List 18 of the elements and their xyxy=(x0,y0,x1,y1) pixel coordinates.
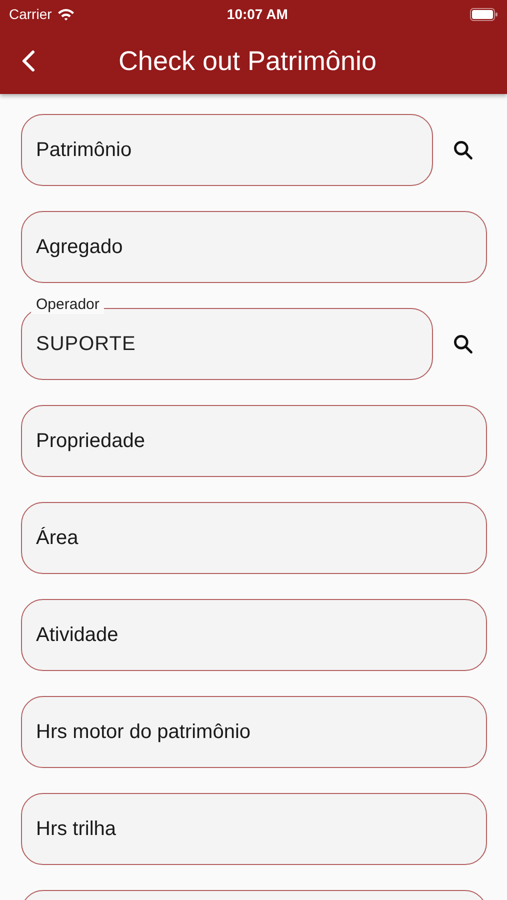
input-field[interactable]: Propriedade xyxy=(21,405,487,477)
input-field[interactable]: Atividade xyxy=(21,599,487,671)
search-button[interactable] xyxy=(451,332,475,356)
input-field[interactable]: Hrs motor do patrimônio xyxy=(21,696,487,768)
input-field[interactable]: Patrimônio xyxy=(21,114,433,186)
input-field[interactable]: Hrs trilha xyxy=(21,793,487,865)
page-title: Check out Patrimônio xyxy=(117,44,378,78)
input-field[interactable]: Área xyxy=(21,502,487,574)
field-label: Operador xyxy=(31,296,104,314)
clock-text: 10:07 AM xyxy=(226,4,289,24)
search-button[interactable] xyxy=(451,138,475,162)
input-field[interactable]: Agregado xyxy=(21,211,487,283)
back-icon xyxy=(20,49,36,73)
search-icon xyxy=(452,333,474,355)
carrier-text: Carrier xyxy=(9,4,52,24)
search-icon xyxy=(452,139,474,161)
battery-icon xyxy=(470,8,498,20)
wifi-icon xyxy=(56,8,75,20)
